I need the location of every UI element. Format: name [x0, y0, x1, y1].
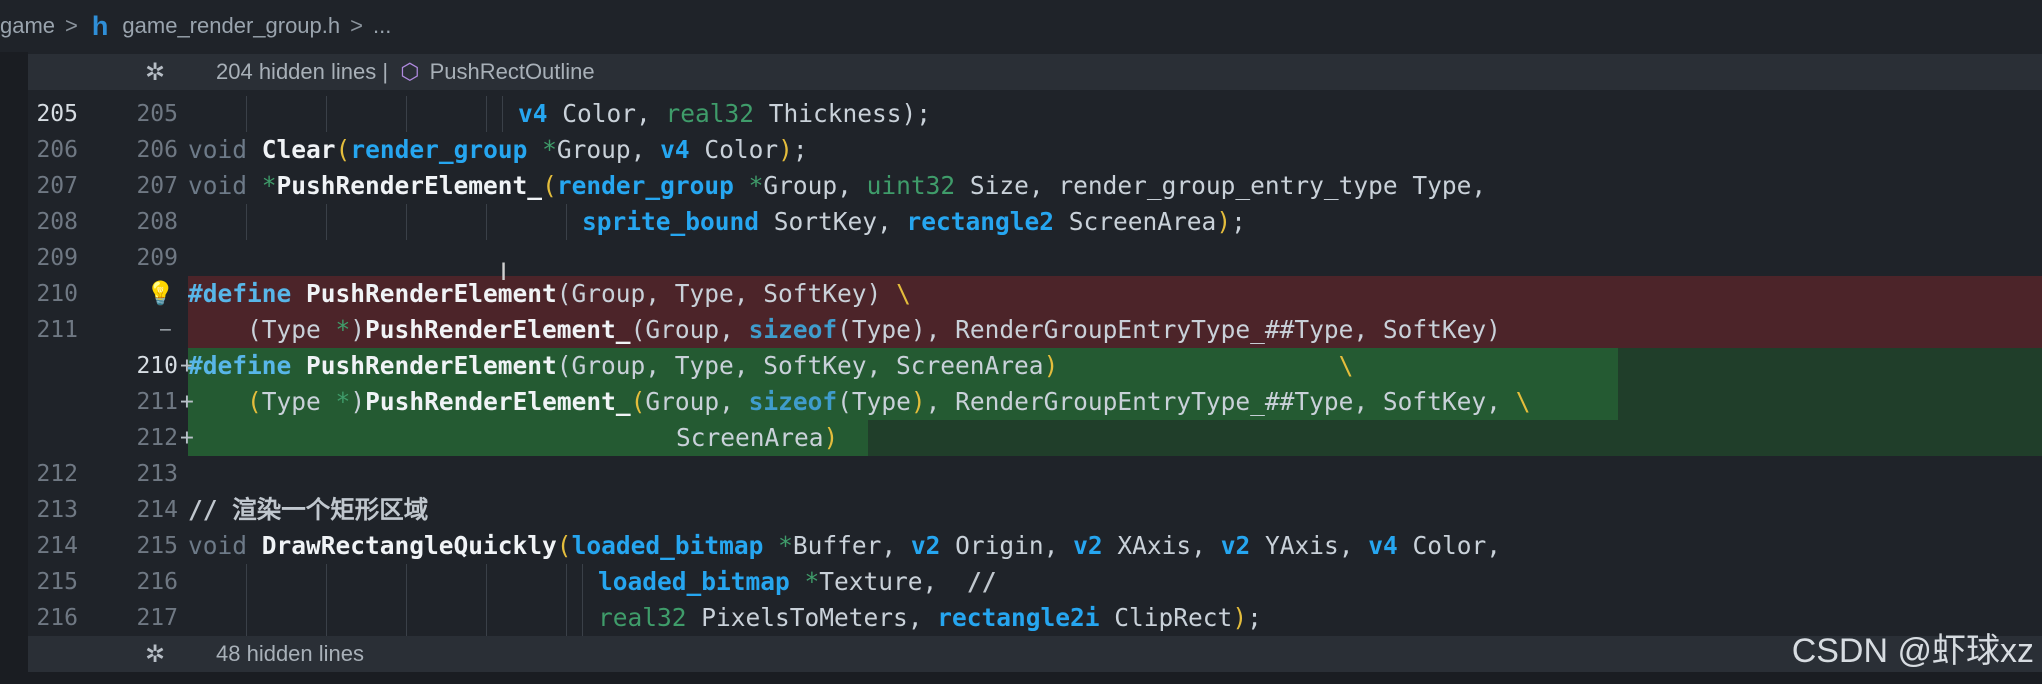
diff-line[interactable]: 212 213	[28, 456, 2042, 492]
old-line-number: 215	[36, 569, 78, 595]
new-line-number: 214	[136, 497, 178, 523]
new-line-number: 217	[136, 605, 178, 631]
new-line-number: 205	[136, 101, 178, 127]
fold-separator: |	[382, 59, 389, 84]
fold-label: 204 hidden lines | ⬡ PushRectOutline	[216, 59, 595, 85]
code-text: (Type *)PushRenderElement_(Group, sizeof…	[188, 315, 1501, 344]
old-line-number: 207	[36, 173, 78, 199]
old-line-number: 213	[36, 497, 78, 523]
code-text: loaded_bitmap *Texture, //	[598, 567, 997, 596]
old-line-number: 212	[36, 461, 78, 487]
header-file-icon: h	[91, 10, 109, 41]
chevron-right-icon: >	[350, 13, 363, 38]
old-line-number: 209	[36, 245, 78, 271]
new-line-number: 213	[136, 461, 178, 487]
hidden-lines-count: 48 hidden lines	[216, 641, 365, 666]
diff-line[interactable]: 213 214 // 渲染一个矩形区域	[28, 492, 2042, 528]
old-line-number: 205	[36, 101, 78, 127]
bottom-strip	[0, 672, 2042, 684]
diff-editor[interactable]: 205 205 v4 Color, real32 Thickness); 206…	[28, 96, 2042, 636]
deleted-marker: —	[160, 319, 171, 340]
code-text: void *PushRenderElement_(render_group *G…	[188, 171, 1487, 200]
diff-line[interactable]: 215 216 loaded_bitmap *Texture, //	[28, 564, 2042, 600]
diff-line-added[interactable]: 211 + (Type *)PushRenderElement_(Group, …	[28, 384, 2042, 420]
unfold-icon[interactable]: ✲	[145, 58, 165, 87]
old-line-number: 216	[36, 605, 78, 631]
folded-region-top[interactable]: ✲ 204 hidden lines | ⬡ PushRectOutline	[28, 54, 2042, 90]
symbol-icon: ⬡	[400, 59, 420, 84]
diff-line-deleted[interactable]: 210 💡 #define PushRenderElement(Group, T…	[28, 276, 2042, 312]
left-gutter-strip	[0, 52, 28, 684]
chevron-right-icon: >	[65, 13, 78, 38]
new-line-number: 209	[136, 245, 178, 271]
added-marker: +	[180, 425, 194, 451]
diff-line-added[interactable]: 210 + #define PushRenderElement(Group, T…	[28, 348, 2042, 384]
code-text: v4 Color, real32 Thickness);	[518, 99, 932, 128]
new-line-number: 206	[136, 137, 178, 163]
old-line-number: 210	[36, 281, 78, 307]
new-line-number: 216	[136, 569, 178, 595]
code-text: #define PushRenderElement(Group, Type, S…	[188, 351, 1354, 380]
code-text: #define PushRenderElement(Group, Type, S…	[188, 279, 911, 308]
new-line-number: 210	[136, 353, 178, 379]
new-line-number: 215	[136, 533, 178, 559]
breadcrumb: game > h game_render_group.h > ...	[0, 0, 2042, 52]
new-line-number: 212	[136, 425, 178, 451]
diff-line[interactable]: 206 206 void Clear(render_group *Group, …	[28, 132, 2042, 168]
old-line-number: 206	[36, 137, 78, 163]
watermark: CSDN @虾球xz	[1791, 632, 2034, 670]
new-line-number: 211	[136, 389, 178, 415]
diff-line-added[interactable]: 212 + ScreenArea)	[28, 420, 2042, 456]
diff-line[interactable]: 207 207 void *PushRenderElement_(render_…	[28, 168, 2042, 204]
folded-region-bottom[interactable]: ✲ 48 hidden lines	[28, 636, 2042, 672]
diff-line[interactable]: 216 217 real32 PixelsToMeters, rectangle…	[28, 600, 2042, 636]
hidden-lines-count: 204 hidden lines	[216, 59, 377, 84]
code-text: real32 PixelsToMeters, rectangle2i ClipR…	[598, 603, 1262, 632]
new-line-number: 208	[136, 209, 178, 235]
breadcrumb-file[interactable]: game_render_group.h	[122, 13, 340, 39]
old-line-number: 214	[36, 533, 78, 559]
code-text: ScreenArea)	[676, 423, 839, 452]
old-line-number: 208	[36, 209, 78, 235]
code-text: void DrawRectangleQuickly(loaded_bitmap …	[188, 531, 1501, 560]
fold-symbol: PushRectOutline	[429, 59, 595, 84]
diff-line-deleted[interactable]: 211 — (Type *)PushRenderElement_(Group, …	[28, 312, 2042, 348]
breadcrumb-root[interactable]: game	[0, 13, 55, 39]
text-cursor-icon: I	[500, 258, 508, 286]
unfold-icon[interactable]: ✲	[145, 640, 165, 669]
code-text: sprite_bound SortKey, rectangle2 ScreenA…	[582, 207, 1246, 236]
code-comment: // 渲染一个矩形区域	[188, 495, 429, 524]
diff-line[interactable]: 209 209	[28, 240, 2042, 276]
diff-line[interactable]: 214 215 void DrawRectangleQuickly(loaded…	[28, 528, 2042, 564]
diff-line[interactable]: 205 205 v4 Color, real32 Thickness);	[28, 96, 2042, 132]
old-line-number: 211	[36, 317, 78, 343]
breadcrumb-more[interactable]: ...	[373, 13, 391, 39]
diff-line[interactable]: 208 208 sprite_bound SortKey, rectangle2…	[28, 204, 2042, 240]
new-line-number: 207	[136, 173, 178, 199]
code-text: void Clear(render_group *Group, v4 Color…	[188, 135, 808, 164]
code-text: (Type *)PushRenderElement_(Group, sizeof…	[247, 387, 1531, 416]
lightbulb-icon[interactable]: 💡	[146, 276, 175, 312]
